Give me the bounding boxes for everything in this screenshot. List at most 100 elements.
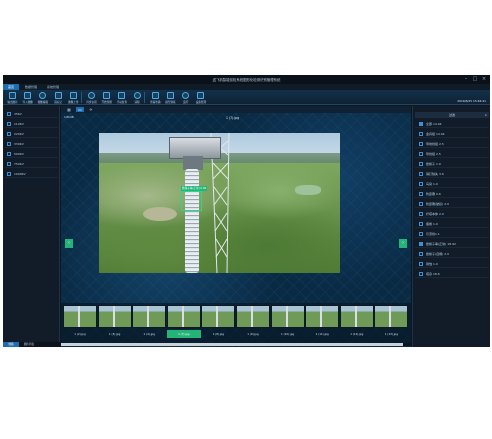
filter-checkbox[interactable] — [419, 202, 423, 206]
image-viewer: ▦▭✈ 1/8/48 1 (7).jpg 绝缘子串(正常) 0.99 ‹ › — [61, 106, 411, 347]
filter-label: 防震锤 0.6 — [426, 192, 441, 196]
detection-box[interactable] — [181, 191, 202, 211]
filter-checkbox[interactable] — [419, 122, 423, 126]
filter-item[interactable]: 瓶帽 1.0 — [415, 220, 489, 228]
voltage-level-item[interactable]: 330KV — [5, 140, 58, 148]
thumbnail[interactable]: 1 (13).jpg — [374, 305, 409, 339]
view-toolbar: ▦ ▭ ✈ — [61, 106, 411, 113]
tool-button[interactable]: 设备管理 — [193, 91, 208, 104]
filter-checkbox[interactable] — [419, 252, 423, 256]
grid-view-icon[interactable]: ▦ — [65, 107, 73, 112]
filter-checkbox[interactable] — [419, 162, 423, 166]
folder-icon — [7, 172, 11, 176]
thumbnail[interactable]: 1 (4).jpg — [132, 305, 167, 339]
close-button[interactable]: × — [481, 76, 487, 82]
filter-item[interactable]: 销钉缺失 3.6 — [415, 170, 489, 178]
minimize-button[interactable]: – — [463, 76, 469, 82]
thumbnail[interactable]: 1 (7).jpg — [166, 305, 201, 339]
thumbnail[interactable]: 1 (9).jpg — [236, 305, 270, 339]
tool-button[interactable]: 运行 — [178, 91, 193, 104]
drone-icon[interactable]: ✈ — [87, 107, 95, 112]
thumbnail[interactable]: 1 (12).jpg — [339, 305, 374, 339]
filter-label: 绝缘子 1.0 — [426, 162, 441, 166]
image-view-icon[interactable]: ▭ — [76, 107, 84, 112]
tool-button[interactable]: 模型训练 — [163, 91, 178, 104]
filter-checkbox[interactable] — [419, 232, 423, 236]
prev-image-button[interactable]: ‹ — [65, 239, 73, 248]
folder-icon — [7, 122, 11, 126]
filter-item[interactable]: 引流线1.1 — [415, 230, 489, 238]
tool-button[interactable]: 开始预测 — [99, 91, 114, 104]
thumbnail[interactable]: 1 (10).jpg — [270, 305, 305, 339]
voltage-level-label: 1000KV — [14, 172, 26, 176]
folder-icon — [7, 142, 11, 146]
tool-button[interactable]: 图像编辑 — [35, 91, 50, 104]
filter-checkbox[interactable] — [419, 192, 423, 196]
filter-checkbox[interactable] — [419, 262, 423, 266]
maximize-button[interactable]: □ — [472, 76, 478, 82]
filter-item[interactable]: 绝缘子(自爆) 2.0 — [415, 250, 489, 258]
toolbar-separator — [81, 92, 82, 103]
voltage-level-label: 500KV — [14, 152, 24, 156]
filter-checkbox[interactable] — [419, 182, 423, 186]
clear-icon — [133, 92, 141, 99]
filter-item[interactable]: 导线组 2.5 — [415, 150, 489, 158]
tool-button[interactable]: 导入图像 — [20, 91, 35, 104]
thumbnail[interactable]: 1 (8).jpg — [201, 305, 236, 339]
tool-button[interactable]: 清除 — [130, 91, 145, 104]
insulator-string — [185, 169, 199, 273]
filter-checkbox[interactable] — [419, 212, 423, 216]
filter-checkbox[interactable] — [419, 172, 423, 176]
voltage-level-item[interactable]: 35KV — [5, 110, 58, 118]
thumbnail-scrollbar[interactable] — [61, 343, 411, 346]
filter-checkbox[interactable] — [419, 142, 423, 146]
filter-item[interactable]: 绝缘子 1.0 — [415, 160, 489, 168]
filter-label: 杆塔本体 2.0 — [426, 212, 444, 216]
import-image-icon — [24, 92, 32, 99]
filter-checkbox[interactable] — [419, 222, 423, 226]
filter-item[interactable]: 防震锤(破损) 2.0 — [415, 200, 489, 208]
filter-checkbox[interactable] — [419, 132, 423, 136]
filter-item[interactable]: 鸟窝 1.0 — [415, 180, 489, 188]
scrollbar-thumb[interactable] — [61, 343, 403, 346]
voltage-level-item[interactable]: 1000KV — [5, 170, 58, 178]
filter-label: 绝缘子串(正常) 18.92 — [426, 242, 456, 246]
thumbnail[interactable]: 1 (3).jpg — [97, 305, 132, 339]
filter-item[interactable]: 塔身 18.6 — [415, 270, 489, 278]
voltage-level-item[interactable]: 500KV — [5, 150, 58, 158]
edit-image-icon — [39, 92, 47, 99]
voltage-level-item[interactable]: 220KV — [5, 130, 58, 138]
run-icon — [182, 92, 190, 99]
footer-tab-images[interactable]: 图片列表 — [19, 342, 39, 347]
next-image-button[interactable]: › — [399, 239, 407, 248]
tool-button[interactable]: 查看准确 — [148, 91, 163, 104]
filter-item[interactable]: 金具组 14.04 — [415, 130, 489, 138]
filter-checkbox[interactable] — [419, 242, 423, 246]
tool-button[interactable]: 异步识别 — [84, 91, 99, 104]
tool-button[interactable]: 手动复查 — [114, 91, 129, 104]
filter-item[interactable]: 绝缘子串(正常) 18.92 — [415, 240, 489, 248]
tool-button[interactable]: 图像上传 — [66, 91, 81, 104]
filter-item[interactable]: 全部 14.04 — [415, 120, 489, 128]
footer-tab-lines[interactable]: 线路 — [3, 342, 19, 347]
inspection-photo[interactable]: 绝缘子串(正常) 0.99 — [99, 133, 340, 273]
tool-button[interactable]: 输出图片 — [5, 91, 20, 104]
filter-item[interactable]: 锈蚀 1.0 — [415, 260, 489, 268]
voltage-level-item[interactable]: 750KV — [5, 160, 58, 168]
thumbnail-image — [63, 305, 97, 328]
thumbnail[interactable]: 1 (2).jpg — [63, 305, 97, 339]
filter-item[interactable]: 杆塔本体 2.0 — [415, 210, 489, 218]
thumbnail-label: 1 (2).jpg — [74, 332, 86, 336]
voltage-level-item[interactable]: 110KV — [5, 120, 58, 128]
thumbnail-label: 1 (10).jpg — [281, 332, 295, 336]
filter-checkbox[interactable] — [419, 152, 423, 156]
filter-item[interactable]: 防震锤 0.6 — [415, 190, 489, 198]
filter-header: 过滤 × — [415, 112, 489, 118]
filter-close-icon[interactable]: × — [484, 112, 487, 118]
voltage-level-label: 220KV — [14, 132, 24, 136]
filter-checkbox[interactable] — [419, 272, 423, 276]
thumbnail[interactable]: 1 (11).jpg — [305, 305, 340, 339]
tool-button[interactable]: 画标记 — [51, 91, 66, 104]
filter-item[interactable]: 导地线组 2.5 — [415, 140, 489, 148]
tool-label: 设备管理 — [195, 101, 207, 104]
